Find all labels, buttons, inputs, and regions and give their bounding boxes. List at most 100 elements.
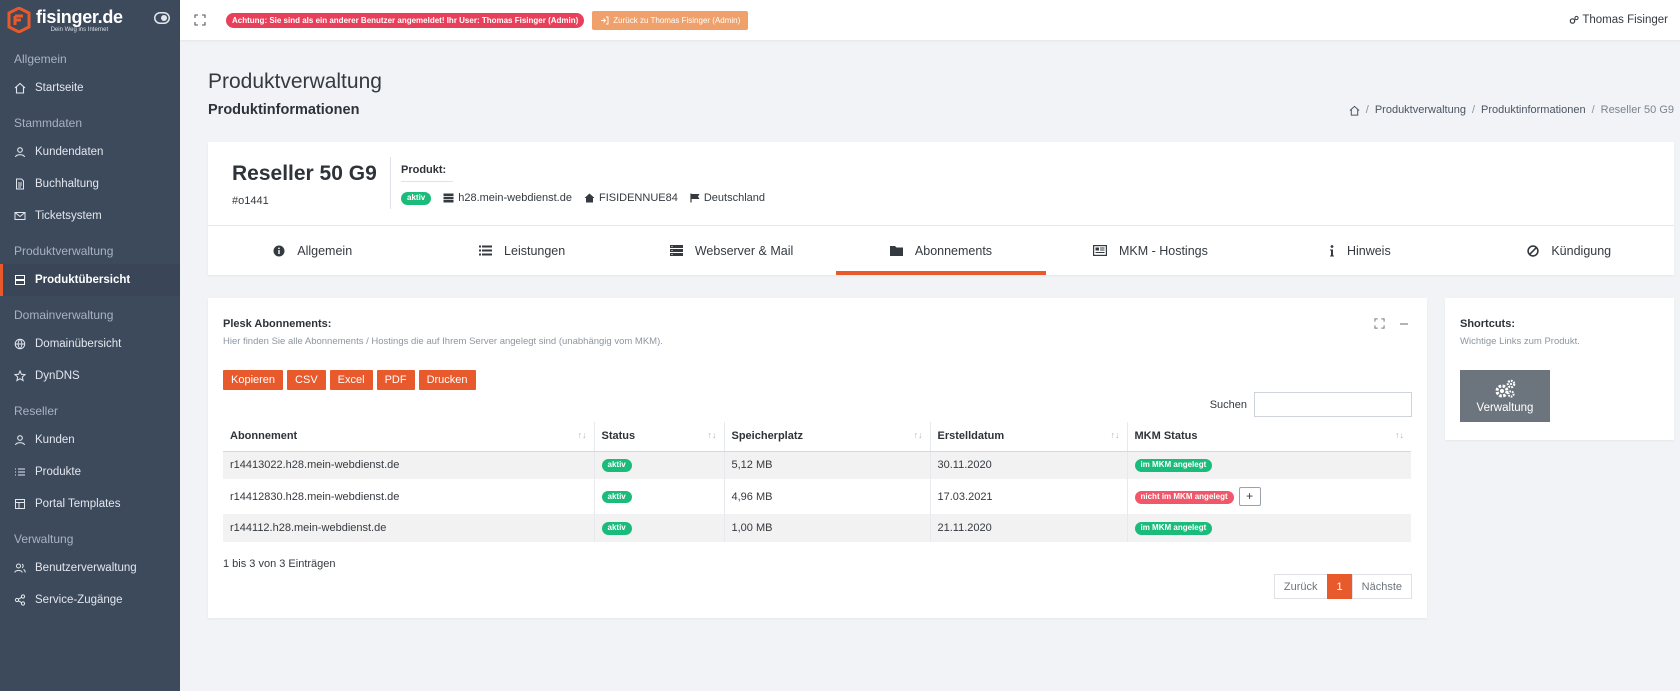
print-button[interactable]: Drucken (418, 370, 476, 390)
column-header-label: Erstelldatum (937, 430, 1005, 443)
server-icon (669, 245, 683, 256)
pagination: Zurück 1 Nächste (1273, 574, 1412, 599)
brand-tagline: Dein Weg ins Internet (50, 26, 109, 33)
user-menu[interactable]: Thomas Fisinger (1569, 14, 1668, 26)
tab-label: Kündigung (1551, 243, 1612, 258)
ban-icon (1527, 244, 1540, 257)
page-subtitle: Produktinformationen (208, 102, 360, 118)
cell-storage: 1,00 MB (724, 514, 931, 542)
sidebar-item-domainuebersicht[interactable]: Domainübersicht (0, 328, 180, 360)
nav-section-domainverwaltung: Domainverwaltung Domainübersicht DynDNS (0, 296, 180, 392)
nav-section-title: Stammdaten (14, 116, 83, 130)
product-server: h28.mein-webdienst.de (443, 192, 572, 204)
card-fullscreen-button[interactable] (1374, 318, 1385, 329)
sidebar-item-portal-templates[interactable]: Portal Templates (0, 488, 180, 520)
cell-mkm-status: im MKM angelegt (1127, 451, 1411, 479)
nav-section-title: Verwaltung (14, 532, 74, 546)
cell-subscription: r14412830.h28.mein-webdienst.de (223, 479, 595, 514)
cogs-icon (1495, 379, 1516, 398)
tab-abonnements[interactable]: Abonnements (836, 226, 1047, 275)
cell-created: 30.11.2020 (930, 451, 1128, 479)
csv-button[interactable]: CSV (287, 370, 326, 390)
pagination-next[interactable]: Nächste (1351, 574, 1412, 599)
sidebar-item-kunden[interactable]: Kunden (0, 424, 180, 456)
sidebar-item-label: Kunden (35, 434, 75, 446)
product-country: Deutschland (690, 192, 765, 204)
subscriptions-table: Abonnement ↑↓ Status ↑↓ Speicherplatz ↑↓ Er… (223, 422, 1411, 542)
table-info: 1 bis 3 von 3 Einträgen (223, 558, 336, 570)
sidebar-item-benutzerverwaltung[interactable]: Benutzerverwaltung (0, 552, 180, 584)
user-icon (14, 435, 26, 446)
user-name: Thomas Fisinger (1582, 14, 1668, 26)
column-header-label: MKM Status (1134, 430, 1198, 443)
server-icon (15, 275, 25, 285)
product-tabs: Allgemein Leistungen Webserver & Mail Ab… (208, 225, 1674, 275)
card-description: Wichtige Links zum Produkt. (1460, 336, 1580, 347)
table-search: Suchen (1210, 392, 1412, 417)
cell-subscription: r14413022.h28.mein-webdienst.de (223, 451, 595, 479)
product-name: Reseller 50 G9 (232, 162, 377, 185)
tab-label: MKM - Hostings (1118, 243, 1208, 258)
column-header-abonnement[interactable]: Abonnement ↑↓ (223, 422, 595, 452)
copy-button[interactable]: Kopieren (223, 370, 284, 390)
mkm-status-badge: nicht im MKM angelegt (1134, 491, 1234, 505)
tab-label: Abonnements (914, 243, 993, 258)
card-collapse-button[interactable] (1399, 319, 1409, 329)
nav-section-verwaltung: Verwaltung Benutzerverwaltung Service-Zu… (0, 520, 180, 616)
gears-icon (1570, 15, 1579, 24)
nav-section-title: Reseller (14, 404, 59, 418)
sidebar-item-service-zugaenge[interactable]: Service-Zugänge (0, 584, 180, 616)
pagination-page[interactable]: 1 (1326, 574, 1353, 599)
brand-name: fisinger.de (36, 6, 123, 27)
status-badge: aktiv (601, 459, 632, 473)
fullscreen-icon[interactable] (194, 14, 206, 26)
tab-webserver-mail[interactable]: Webserver & Mail (627, 226, 836, 275)
sidebar-item-startseite[interactable]: Startseite (0, 72, 180, 104)
column-header-status[interactable]: Status ↑↓ (594, 422, 725, 452)
table-row: r144112.h28.mein-webdienst.de aktiv 1,00… (223, 514, 1411, 542)
tab-hinweis[interactable]: Hinweis (1255, 226, 1464, 275)
sidebar-item-ticketsystem[interactable]: Ticketsystem (0, 200, 180, 232)
logo[interactable]: fisinger.de Dein Weg ins Internet (0, 0, 180, 40)
sidebar-item-produktuebersicht[interactable]: Produktübersicht (0, 264, 180, 296)
fullscreen-icon (1374, 318, 1385, 329)
sidebar-item-label: Startseite (35, 82, 84, 94)
sidebar-item-buchhaltung[interactable]: Buchhaltung (0, 168, 180, 200)
sidebar-item-produkte[interactable]: Produkte (0, 456, 180, 488)
search-input[interactable] (1254, 392, 1412, 417)
return-to-admin-button[interactable]: Zurück zu Thomas Fisinger (Admin) (592, 10, 749, 30)
cell-status: aktiv (594, 479, 725, 514)
server-icon (443, 193, 454, 203)
tab-kuendigung[interactable]: Kündigung (1465, 226, 1674, 275)
breadcrumb-link[interactable]: Produktinformationen (1481, 104, 1586, 116)
sidebar-toggle-icon[interactable] (154, 12, 170, 24)
nav-section-allgemein: Allgemein Startseite (0, 40, 180, 104)
sidebar-item-kundendaten[interactable]: Kundendaten (0, 136, 180, 168)
column-header-speicherplatz[interactable]: Speicherplatz ↑↓ (724, 422, 931, 452)
mkm-status-badge: im MKM angelegt (1134, 459, 1213, 473)
nav-section-title: Allgemein (14, 52, 67, 66)
manage-button[interactable]: Verwaltung (1460, 370, 1550, 422)
add-to-mkm-button[interactable]: + (1238, 487, 1261, 506)
column-header-mkm-status[interactable]: MKM Status ↑↓ (1127, 422, 1411, 452)
excel-button[interactable]: Excel (329, 370, 373, 390)
status-badge: aktiv (601, 522, 632, 535)
sort-icon: ↑↓ (1110, 430, 1120, 440)
pdf-button[interactable]: PDF (376, 370, 415, 390)
cell-storage: 5,12 MB (724, 451, 931, 479)
card-title: Plesk Abonnements: (223, 318, 332, 330)
sidebar-item-label: Portal Templates (35, 498, 121, 510)
star-icon (14, 370, 26, 382)
sort-icon: ↑↓ (1395, 430, 1404, 440)
tab-leistungen[interactable]: Leistungen (417, 226, 626, 275)
tab-mkm-hostings[interactable]: MKM - Hostings (1046, 226, 1255, 275)
sidebar-item-dyndns[interactable]: DynDNS (0, 360, 180, 392)
breadcrumb-separator: / (1471, 104, 1475, 116)
pagination-prev[interactable]: Zurück (1273, 574, 1328, 599)
column-header-erstelldatum[interactable]: Erstelldatum ↑↓ (930, 422, 1128, 452)
nav-section-title: Produktverwaltung (14, 244, 114, 258)
tab-allgemein[interactable]: Allgemein (208, 226, 417, 275)
impersonation-warning-badge: Achtung: Sie sind als ein anderer Benutz… (226, 12, 585, 28)
breadcrumb-link[interactable]: Produktverwaltung (1375, 104, 1466, 116)
home-icon[interactable] (1349, 105, 1360, 116)
